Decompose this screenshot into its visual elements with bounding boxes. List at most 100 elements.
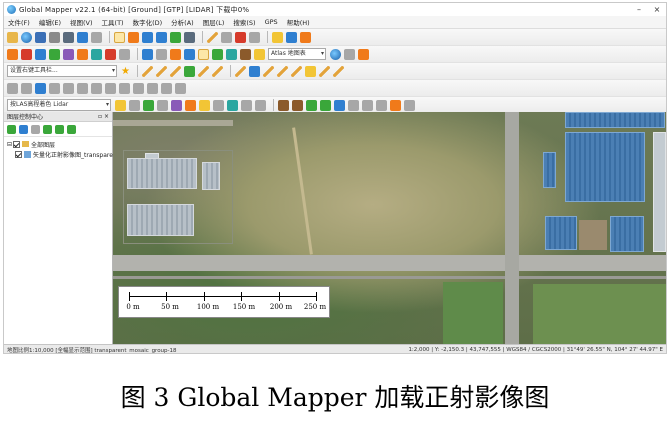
rotate-icon[interactable]: [332, 65, 344, 77]
lidar-thin-icon[interactable]: [213, 99, 224, 111]
crosshair-icon[interactable]: [21, 82, 32, 94]
delete-icon[interactable]: [235, 31, 246, 43]
home-icon[interactable]: [184, 31, 195, 43]
filter-icon[interactable]: [115, 99, 126, 111]
gps-icon[interactable]: [35, 82, 46, 94]
panel-close-icon[interactable]: ▫ ×: [98, 113, 109, 120]
table-icon[interactable]: [91, 31, 102, 43]
back-arrow-icon[interactable]: [170, 31, 181, 43]
building-3d-icon[interactable]: [334, 99, 345, 111]
draw-area-icon[interactable]: [155, 65, 167, 77]
lidar-tree-icon[interactable]: [255, 99, 266, 111]
favorite-star-icon[interactable]: ★: [121, 66, 130, 77]
attribute-icon[interactable]: [304, 65, 316, 77]
globe-icon[interactable]: [21, 31, 32, 43]
lidar-class-icon[interactable]: [404, 99, 415, 111]
point-cloud-icon[interactable]: [226, 48, 237, 60]
layers-icon[interactable]: [77, 31, 88, 43]
lidar-merge-icon[interactable]: [227, 99, 238, 111]
open-folder-icon[interactable]: [7, 31, 18, 43]
feature-extract-icon[interactable]: [240, 48, 251, 60]
minimize-button[interactable]: –: [630, 5, 648, 14]
menu-analysis[interactable]: 分析(A): [171, 17, 194, 27]
measure-icon[interactable]: [300, 31, 311, 43]
road-icon[interactable]: [376, 99, 387, 111]
route-icon[interactable]: [77, 82, 88, 94]
hill-icon[interactable]: [306, 99, 317, 111]
menu-edit[interactable]: 编辑(E): [39, 17, 61, 27]
raster-icon[interactable]: [142, 48, 153, 60]
map-view[interactable]: 0 m 50 m 100 m 150 m 200 m 250 m: [113, 112, 666, 344]
draw-circle-icon[interactable]: [197, 65, 209, 77]
draw-line-icon[interactable]: [141, 65, 153, 77]
menu-file[interactable]: 文件(F): [8, 17, 30, 27]
offset-icon[interactable]: [175, 82, 186, 94]
settings-gear-icon[interactable]: [344, 48, 355, 60]
lidar-select-icon[interactable]: [198, 48, 209, 60]
warning-icon[interactable]: [199, 99, 210, 111]
tree-item-ortho-layer[interactable]: 矢量化正射影像图_transparent: [7, 149, 119, 159]
close-shape-icon[interactable]: [105, 48, 116, 60]
checkbox[interactable]: [15, 150, 22, 158]
zoom-in-icon[interactable]: [142, 31, 153, 43]
cursor-icon[interactable]: [7, 82, 18, 94]
checkbox[interactable]: [13, 140, 20, 148]
join-icon[interactable]: [276, 65, 288, 77]
lidar-color-select[interactable]: 按LAS高程着色 Lidar ▾: [7, 99, 111, 111]
menu-search[interactable]: 搜索(S): [233, 17, 255, 27]
pan-hand-icon[interactable]: [128, 31, 139, 43]
move-icon[interactable]: [290, 65, 302, 77]
close-button[interactable]: ×: [648, 5, 666, 14]
draw-rect-icon[interactable]: [183, 65, 195, 77]
flag-icon[interactable]: [390, 99, 401, 111]
crop-icon[interactable]: [119, 48, 130, 60]
draw-point-icon[interactable]: [169, 65, 181, 77]
ruler-icon[interactable]: [147, 82, 158, 94]
pencil-icon[interactable]: [207, 31, 218, 43]
path-profile-icon[interactable]: [170, 48, 181, 60]
copy-icon[interactable]: [221, 31, 232, 43]
menu-gps[interactable]: GPS: [265, 18, 278, 26]
lidar-noise-icon[interactable]: [157, 99, 168, 111]
terrain-icon[interactable]: [49, 48, 60, 60]
select-tool-icon[interactable]: [114, 31, 125, 43]
view-3d-icon[interactable]: [184, 48, 195, 60]
track-icon[interactable]: [49, 82, 60, 94]
lidar-classify-icon[interactable]: [212, 48, 223, 60]
split-icon[interactable]: [262, 65, 274, 77]
edit-vertex-icon[interactable]: [234, 65, 246, 77]
lidar-stats-icon[interactable]: [241, 99, 252, 111]
layer-up-icon[interactable]: [55, 124, 64, 134]
compass-icon[interactable]: [119, 82, 130, 94]
tree-icon[interactable]: [320, 99, 331, 111]
powerline-icon[interactable]: [348, 99, 359, 111]
weather-icon[interactable]: [358, 48, 369, 60]
online-data-icon[interactable]: [330, 48, 341, 60]
menu-help[interactable]: 帮助(H): [287, 17, 310, 27]
tree-item-all-layers[interactable]: ⊟ 全部图层: [7, 139, 109, 149]
wrench-icon[interactable]: [63, 31, 74, 43]
map-theme-select[interactable]: Atlas 地图表 ▾: [268, 48, 326, 60]
lidar-ground-icon[interactable]: [143, 99, 154, 111]
layer-down-icon[interactable]: [67, 124, 76, 134]
layer-props-icon[interactable]: [31, 124, 40, 134]
lidar-grid-icon[interactable]: [171, 99, 182, 111]
add-layer-icon[interactable]: [7, 124, 16, 134]
menu-digitize[interactable]: 数字化(D): [133, 17, 163, 27]
zoom-out-icon[interactable]: [156, 31, 167, 43]
lidar-edit-icon[interactable]: [185, 99, 196, 111]
print-icon[interactable]: [49, 31, 60, 43]
waypoint-icon[interactable]: [63, 82, 74, 94]
digitize-icon[interactable]: [7, 48, 18, 60]
pole-icon[interactable]: [362, 99, 373, 111]
info-icon[interactable]: [286, 31, 297, 43]
marker-icon[interactable]: [91, 82, 102, 94]
volcano-icon[interactable]: [292, 99, 303, 111]
shader-icon[interactable]: [91, 48, 102, 60]
snap-icon[interactable]: [248, 65, 260, 77]
save-icon[interactable]: [35, 31, 46, 43]
undo-icon[interactable]: [249, 31, 260, 43]
building-icon[interactable]: [254, 48, 265, 60]
reshape-icon[interactable]: [318, 65, 330, 77]
angle-icon[interactable]: [161, 82, 172, 94]
